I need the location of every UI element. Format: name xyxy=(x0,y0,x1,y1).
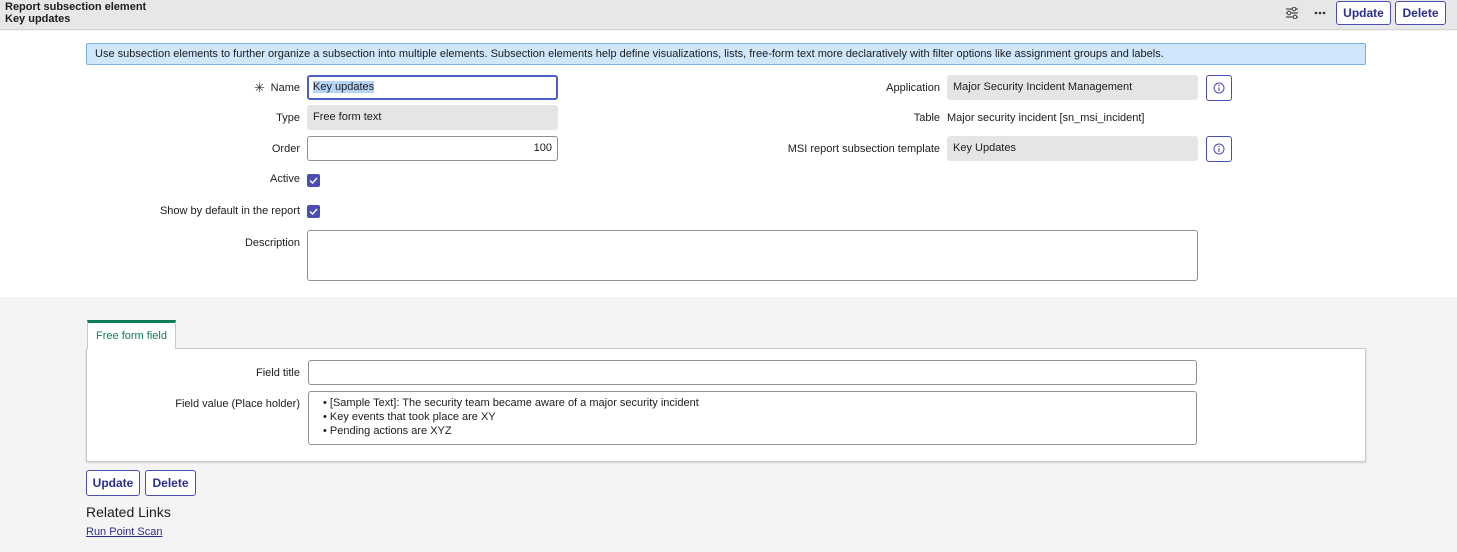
field-value-line: • Pending actions are XYZ xyxy=(323,425,452,437)
name-field-value: Key updates xyxy=(313,81,375,93)
application-info-button[interactable] xyxy=(1206,75,1232,101)
run-point-scan-link[interactable]: Run Point Scan xyxy=(86,526,162,538)
type-field[interactable]: Free form text xyxy=(307,105,558,130)
checkmark-icon xyxy=(309,208,318,215)
application-field[interactable]: Major Security Incident Management xyxy=(947,75,1198,100)
tab-free-form-field[interactable]: Free form field xyxy=(87,320,176,349)
description-field[interactable] xyxy=(307,230,1198,281)
info-icon xyxy=(1213,143,1225,155)
field-value-line: • [Sample Text]: The security team becam… xyxy=(323,397,699,409)
description-label: Description xyxy=(244,237,300,249)
record-name-title: Key updates xyxy=(5,13,71,25)
record-header: Report subsection element Key updates Up… xyxy=(0,0,1457,30)
checkmark-icon xyxy=(309,177,318,184)
field-value-line: • Key events that took place are XY xyxy=(323,411,496,423)
related-links-heading: Related Links xyxy=(86,504,171,520)
name-label: Name xyxy=(270,82,300,94)
footer-update-button[interactable]: Update xyxy=(86,470,140,496)
template-info-button[interactable] xyxy=(1206,136,1232,162)
ellipsis-icon[interactable] xyxy=(1311,5,1329,21)
name-field[interactable]: Key updates xyxy=(307,75,558,100)
field-title-label: Field title xyxy=(255,367,300,379)
info-icon xyxy=(1213,82,1225,94)
field-value-textarea[interactable]: • [Sample Text]: The security team becam… xyxy=(308,391,1197,445)
show-default-checkbox[interactable] xyxy=(307,205,320,218)
show-default-label: Show by default in the report xyxy=(159,205,300,217)
application-label: Application xyxy=(886,82,940,94)
field-value-label: Field value (Place holder) xyxy=(175,398,300,410)
footer-delete-button[interactable]: Delete xyxy=(145,470,196,496)
table-label: Table xyxy=(913,112,940,124)
record-type-title: Report subsection element xyxy=(5,1,147,13)
active-label: Active xyxy=(270,173,300,185)
table-value: Major security incident [sn_msi_incident… xyxy=(947,112,1145,124)
active-checkbox[interactable] xyxy=(307,174,320,187)
template-field[interactable]: Key Updates xyxy=(947,136,1198,161)
order-label: Order xyxy=(271,143,300,155)
field-title-input[interactable] xyxy=(308,360,1197,385)
info-banner: Use subsection elements to further organ… xyxy=(86,43,1366,65)
header-update-button[interactable]: Update xyxy=(1336,1,1391,25)
header-delete-button[interactable]: Delete xyxy=(1395,1,1446,25)
sliders-icon[interactable] xyxy=(1283,5,1301,21)
order-field[interactable]: 100 xyxy=(307,136,558,161)
template-label: MSI report subsection template xyxy=(787,143,940,155)
type-label: Type xyxy=(276,112,300,124)
